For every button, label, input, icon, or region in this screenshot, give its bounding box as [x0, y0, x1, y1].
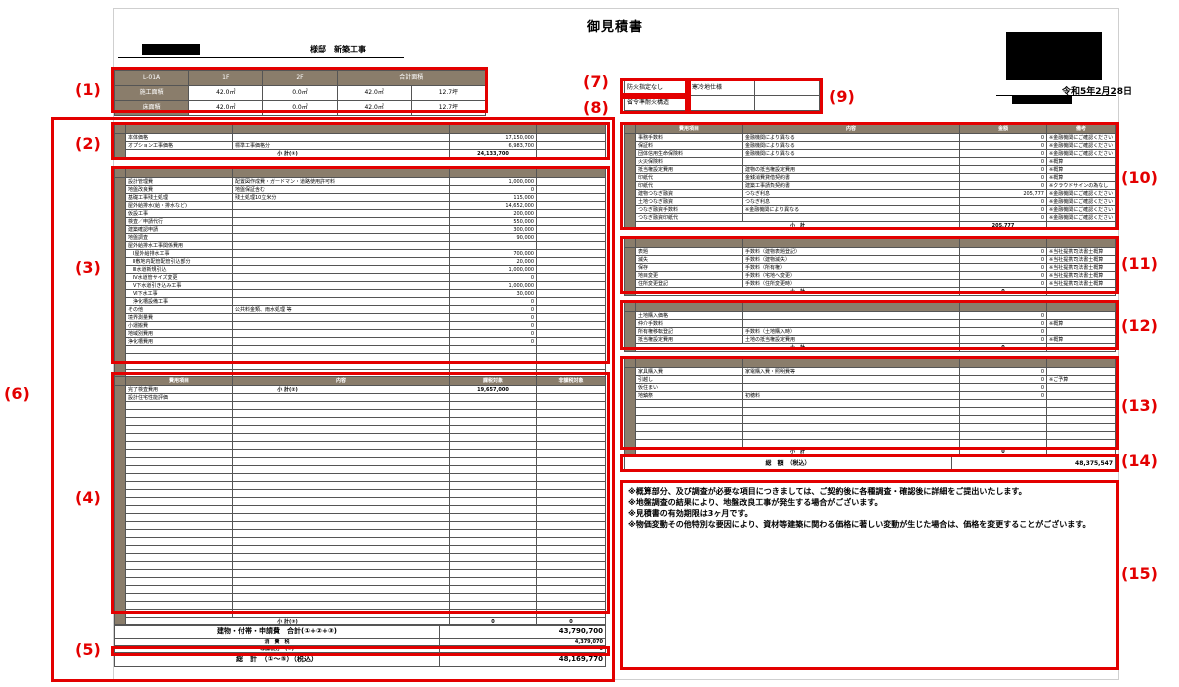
annotation-box-13 — [620, 356, 1119, 450]
marker-9: (9) — [829, 87, 855, 106]
document-title: 御見積書 — [586, 20, 643, 35]
marker-12: (12) — [1121, 316, 1158, 335]
annotation-box-6 — [51, 117, 615, 682]
marker-1: (1) — [75, 80, 101, 99]
annotation-box-14 — [620, 454, 1119, 472]
redacted-staff-name — [1012, 96, 1072, 104]
marker-15: (15) — [1121, 564, 1158, 583]
marker-7: (7) — [583, 72, 609, 91]
annotation-box-15 — [620, 480, 1119, 670]
marker-10: (10) — [1121, 168, 1158, 187]
marker-6: (6) — [4, 384, 30, 403]
marker-5: (5) — [75, 640, 101, 659]
annotation-box-7 — [620, 78, 688, 96]
customer-suffix: 様邸 新築工事 — [310, 45, 366, 54]
marker-8: (8) — [583, 98, 609, 117]
marker-11: (11) — [1121, 254, 1158, 273]
annotation-box-8 — [620, 96, 688, 114]
marker-4: (4) — [75, 488, 101, 507]
annotation-box-12 — [620, 300, 1119, 350]
marker-13: (13) — [1121, 396, 1158, 415]
marker-14: (14) — [1121, 451, 1158, 470]
marker-2: (2) — [75, 134, 101, 153]
customer-underline — [118, 57, 404, 58]
marker-3: (3) — [75, 258, 101, 277]
annotation-box-11 — [620, 236, 1119, 294]
annotation-box-9 — [688, 78, 823, 114]
redacted-customer-name — [142, 44, 200, 55]
annotation-box-1 — [111, 67, 488, 113]
annotation-box-10 — [620, 122, 1119, 230]
redacted-company-stamp — [1006, 32, 1102, 80]
